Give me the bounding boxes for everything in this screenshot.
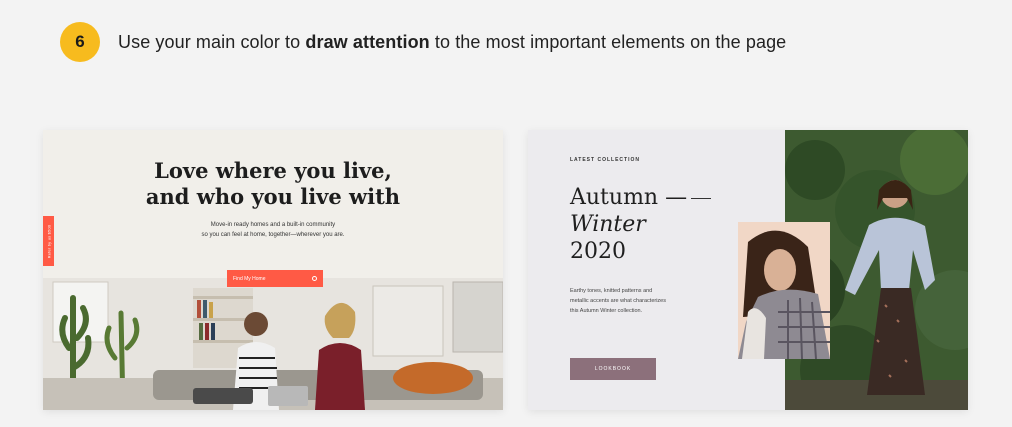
eyebrow-label: LATEST COLLECTION	[570, 157, 640, 163]
tip-text-before: Use your main color to	[118, 31, 306, 52]
tip-text: Use your main color to draw attention to…	[118, 32, 786, 53]
living-room-photo	[43, 278, 503, 410]
title-line-2: Winter	[570, 212, 646, 237]
step-number-badge: 6	[60, 22, 100, 62]
collection-title: Autumn — Winter 2020	[570, 184, 712, 265]
tip-header: 6 Use your main color to draw attention …	[60, 22, 786, 62]
subheadline: Move-in ready homes and a built-in commu…	[43, 220, 503, 240]
subheadline-line-2: so you can feel at home, together—wherev…	[201, 232, 345, 238]
headline: Love where you live, and who you live wi…	[43, 158, 503, 210]
fashion-collection-example: LATEST COLLECTION Autumn — Winter 2020 E…	[528, 130, 968, 410]
model-portrait-photo	[738, 222, 830, 359]
title-line-1: Autumn —	[570, 185, 688, 210]
title-rule	[691, 197, 712, 199]
subheadline-line-1: Move-in ready homes and a built-in commu…	[210, 222, 336, 228]
cta-label: Find My Home	[233, 275, 266, 282]
headline-line-2: and who you live with	[145, 184, 401, 209]
referral-side-tab[interactable]: Refer by us $500	[43, 216, 54, 266]
headline-line-1: Love where you live,	[154, 158, 392, 183]
lookbook-button[interactable]: LOOKBOOK	[570, 358, 656, 380]
collection-description: Earthy tones, knitted patterns and metal…	[570, 288, 666, 314]
find-my-home-button[interactable]: Find My Home	[227, 270, 323, 287]
tip-text-bold: draw attention	[305, 31, 430, 52]
home-community-example: Love where you live, and who you live wi…	[43, 130, 503, 410]
title-line-3: 2020	[570, 239, 626, 264]
search-icon	[312, 276, 317, 281]
tip-text-after: to the most important elements on the pa…	[429, 31, 787, 52]
